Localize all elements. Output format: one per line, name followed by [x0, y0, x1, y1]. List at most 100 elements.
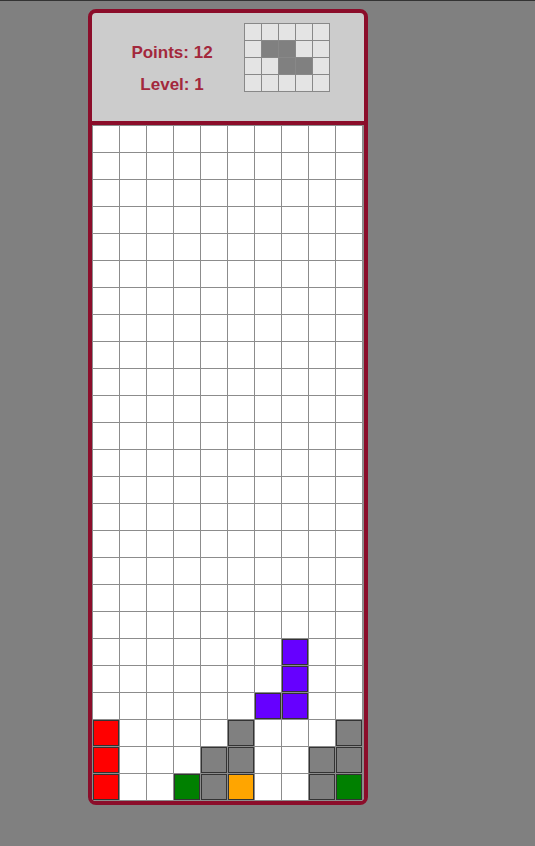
board-cell: [174, 288, 200, 314]
board-cell: [255, 126, 281, 152]
board-cell: [336, 234, 362, 260]
board-cell: [201, 180, 227, 206]
board-cell: [309, 126, 335, 152]
board-cell: [255, 477, 281, 503]
board-cell: [147, 207, 173, 233]
board-cell: [120, 747, 146, 773]
board-cell: [255, 504, 281, 530]
board-cell: [255, 531, 281, 557]
board-cell: [309, 369, 335, 395]
board-cell: [282, 396, 308, 422]
preview-cell: [313, 75, 329, 91]
board-cell: [93, 126, 119, 152]
board-cell: [174, 153, 200, 179]
board-cell: [282, 477, 308, 503]
board-cell: [336, 396, 362, 422]
board-cell: [255, 180, 281, 206]
board-cell: [309, 207, 335, 233]
board-cell: [255, 693, 281, 719]
board-cell: [228, 504, 254, 530]
board-cell: [255, 450, 281, 476]
board-cell: [255, 720, 281, 746]
board-cell: [120, 639, 146, 665]
stats: Points: 12Level: 1: [100, 39, 244, 95]
board-cell: [201, 423, 227, 449]
board-cell: [120, 126, 146, 152]
header-panel: Points: 12Level: 1: [92, 13, 364, 125]
board-cell: [147, 423, 173, 449]
board-cell: [120, 423, 146, 449]
board-cell: [147, 666, 173, 692]
preview-cell: [313, 24, 329, 40]
board-cell: [228, 747, 254, 773]
board-cell: [174, 477, 200, 503]
board-cell: [228, 423, 254, 449]
board-cell: [282, 180, 308, 206]
board-cell: [282, 666, 308, 692]
board-cell: [147, 261, 173, 287]
board-cell: [228, 261, 254, 287]
board-cell: [147, 153, 173, 179]
board-cell: [282, 153, 308, 179]
preview-cell: [296, 24, 312, 40]
board-cell: [336, 477, 362, 503]
board-cell: [174, 639, 200, 665]
board-cell: [93, 261, 119, 287]
board-cell: [309, 747, 335, 773]
board-cell: [174, 396, 200, 422]
board-cell: [147, 585, 173, 611]
board-cell: [174, 342, 200, 368]
board-cell: [282, 369, 308, 395]
board-cell: [174, 234, 200, 260]
board-cell: [93, 774, 119, 800]
board-cell: [147, 639, 173, 665]
board-cell: [147, 369, 173, 395]
board-cell: [282, 585, 308, 611]
board-cell: [201, 342, 227, 368]
board-cell: [309, 774, 335, 800]
board-cell: [93, 612, 119, 638]
board-cell: [228, 342, 254, 368]
board-cell: [255, 639, 281, 665]
board-cell: [255, 234, 281, 260]
board-cell: [201, 288, 227, 314]
board-cell: [120, 504, 146, 530]
board-cell: [201, 693, 227, 719]
board-cell: [282, 747, 308, 773]
board-cell: [336, 504, 362, 530]
preview-cell: [262, 58, 278, 74]
board-cell: [201, 531, 227, 557]
board-cell: [228, 693, 254, 719]
preview-cell: [262, 75, 278, 91]
board-cell: [309, 531, 335, 557]
board-cell: [336, 693, 362, 719]
board-cell: [120, 774, 146, 800]
board-cell: [309, 666, 335, 692]
board-cell: [147, 531, 173, 557]
board-cell: [228, 396, 254, 422]
board-cell: [174, 126, 200, 152]
board-cell: [228, 639, 254, 665]
board-cell: [282, 504, 308, 530]
board-cell: [309, 693, 335, 719]
board-cell: [93, 423, 119, 449]
board-cell: [255, 423, 281, 449]
board-cell: [255, 774, 281, 800]
board-cell: [120, 693, 146, 719]
board-cell: [336, 369, 362, 395]
board-cell: [174, 774, 200, 800]
page: Points: 12Level: 1: [0, 0, 535, 846]
board-cell: [174, 666, 200, 692]
board-cell: [255, 612, 281, 638]
board-cell: [228, 477, 254, 503]
board-cell: [282, 126, 308, 152]
board-cell: [201, 315, 227, 341]
board-cell: [309, 288, 335, 314]
board-cell: [228, 234, 254, 260]
board-cell: [282, 612, 308, 638]
preview-cell: [279, 58, 295, 74]
board-cell: [147, 747, 173, 773]
board-cell: [201, 558, 227, 584]
game-board[interactable]: [92, 125, 364, 801]
board-cell: [255, 369, 281, 395]
